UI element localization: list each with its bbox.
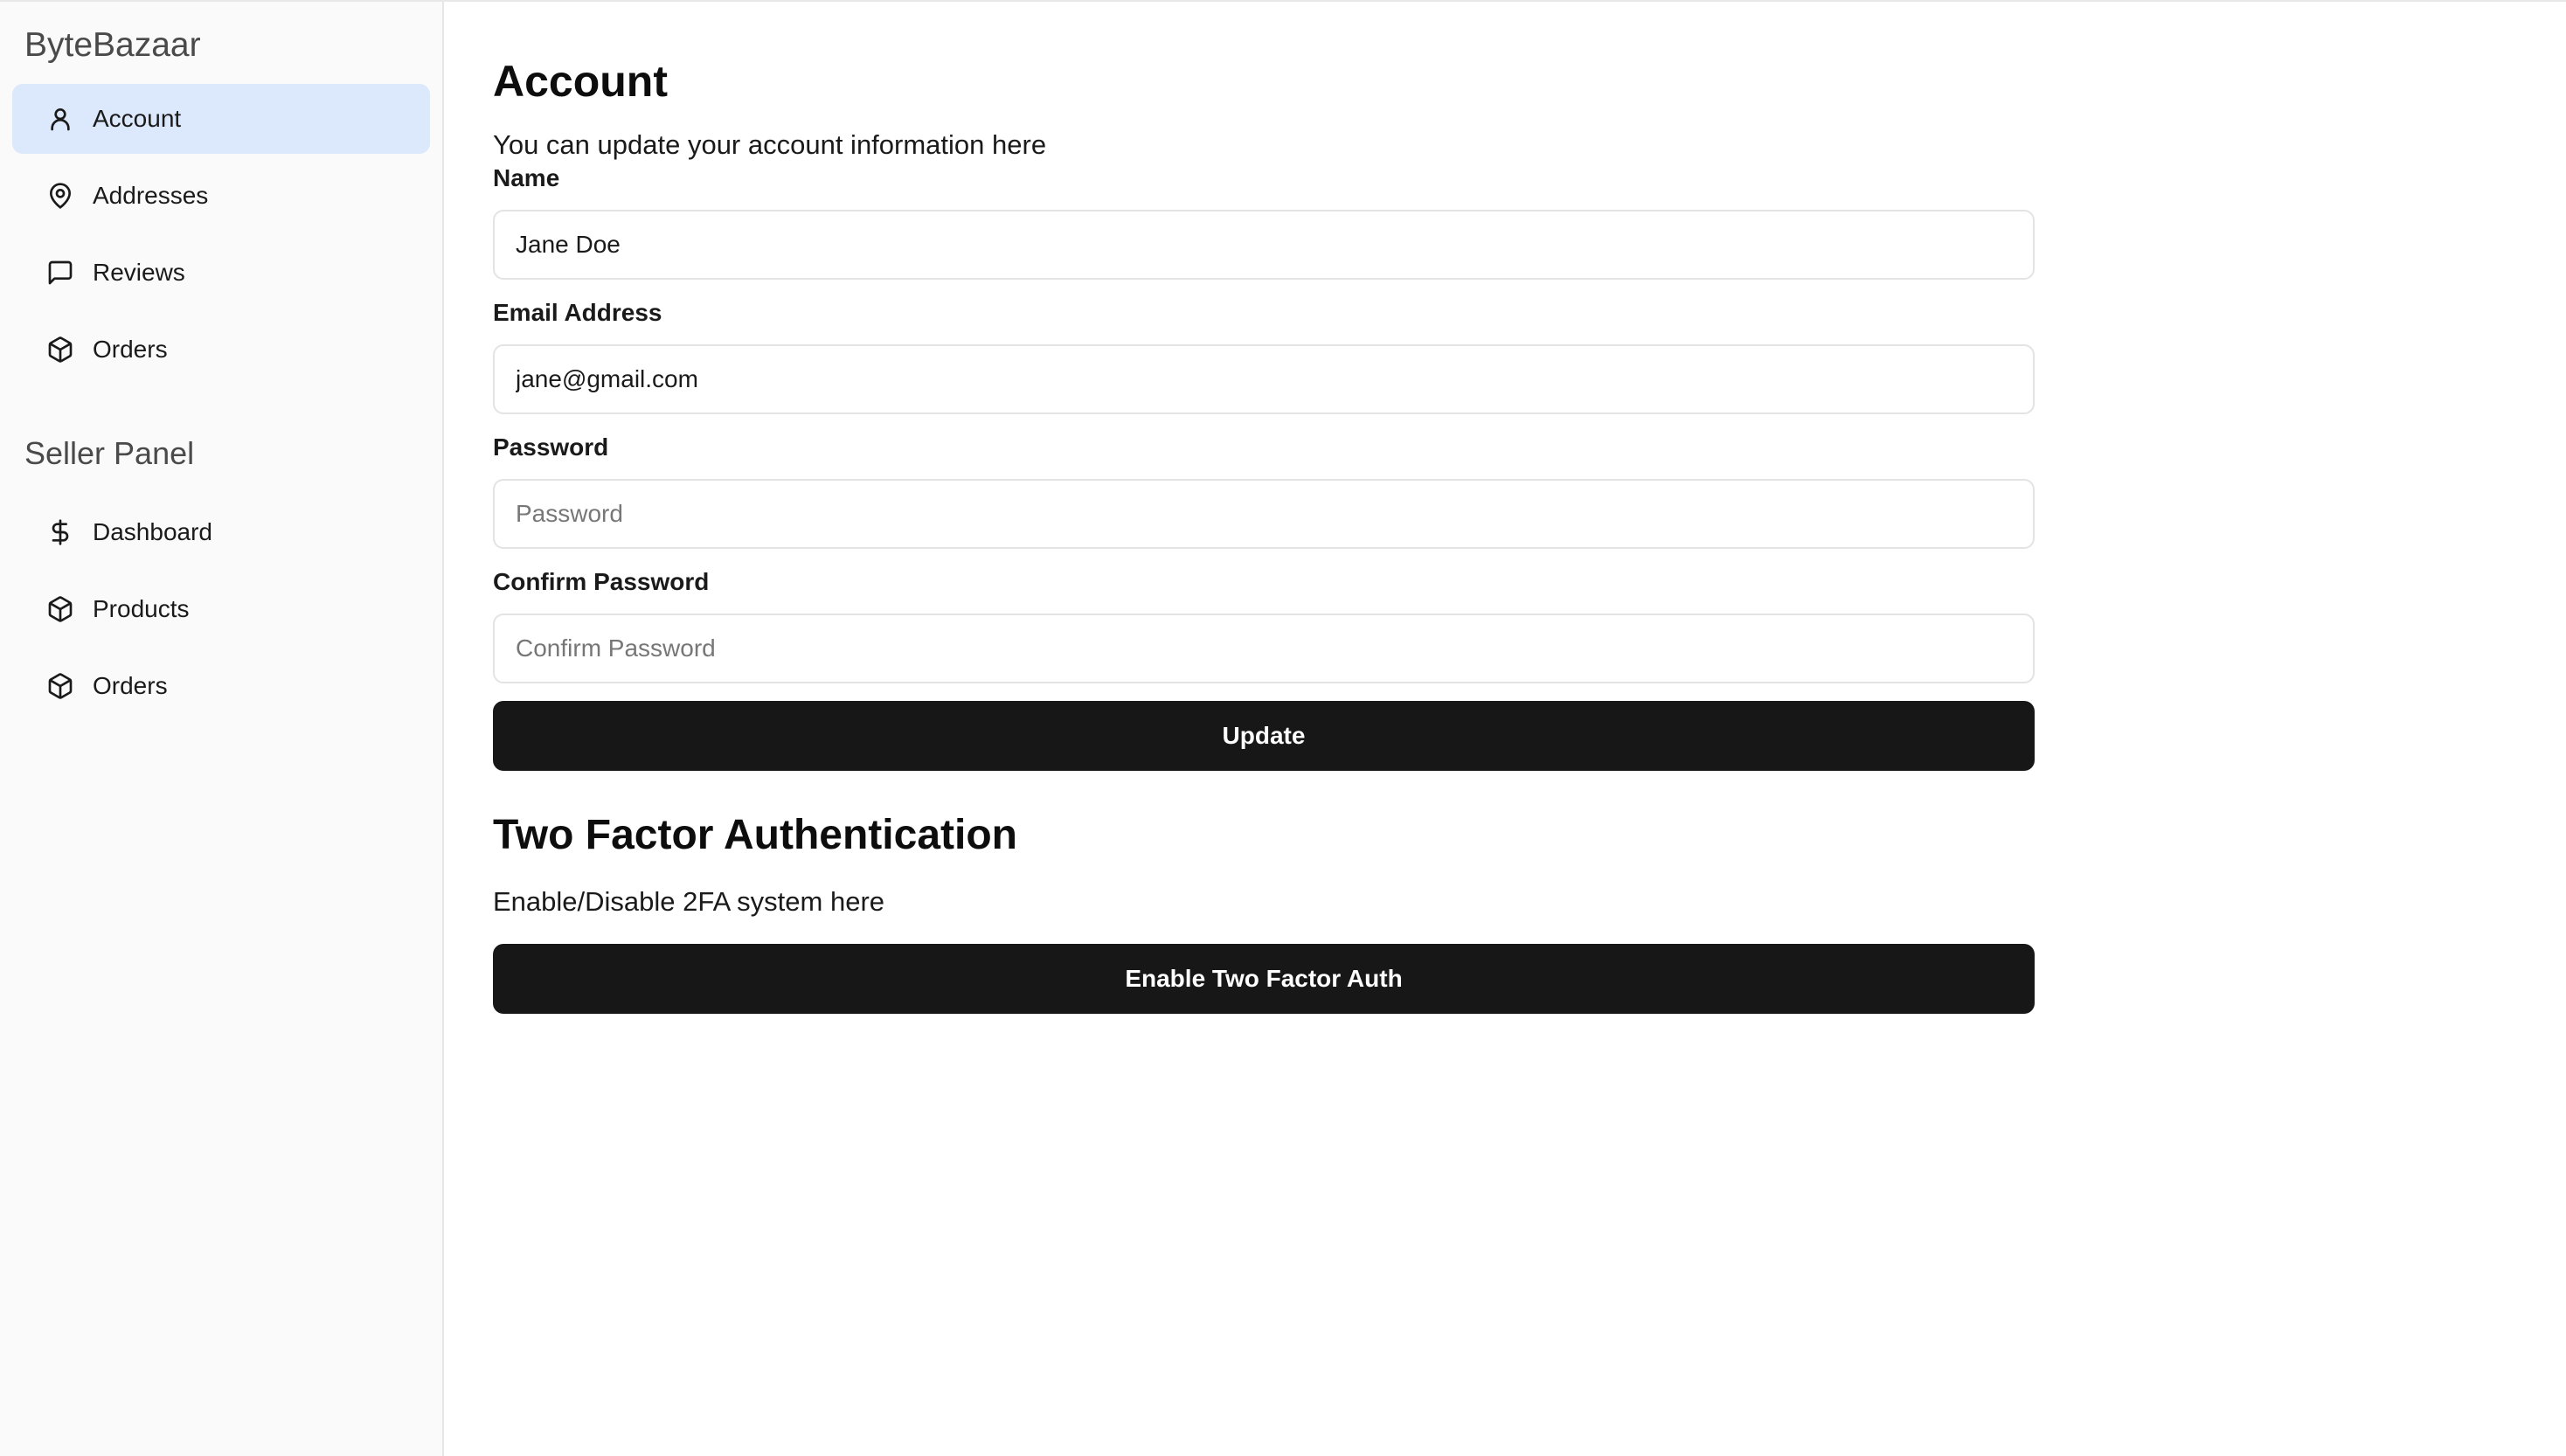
map-pin-icon bbox=[45, 181, 75, 211]
package-icon bbox=[45, 671, 75, 701]
sidebar-item-reviews[interactable]: Reviews bbox=[12, 238, 430, 308]
sidebar-item-label: Reviews bbox=[93, 259, 185, 286]
password-input[interactable] bbox=[493, 479, 2035, 549]
confirm-password-input[interactable] bbox=[493, 614, 2035, 683]
seller-panel-title: Seller Panel bbox=[24, 435, 195, 471]
package-icon bbox=[45, 594, 75, 624]
account-form: Name Email Address Password Confirm Pass… bbox=[493, 163, 2035, 771]
enable-two-factor-button[interactable]: Enable Two Factor Auth bbox=[493, 944, 2035, 1014]
main-content: Account You can update your account info… bbox=[444, 2, 2566, 1456]
confirm-password-label: Confirm Password bbox=[493, 568, 710, 595]
app-root: ByteBazaar Account Addresses Reviews Ord… bbox=[0, 0, 2566, 1456]
name-input[interactable] bbox=[493, 210, 2035, 280]
sidebar-item-products[interactable]: Products bbox=[12, 574, 430, 644]
email-input[interactable] bbox=[493, 344, 2035, 414]
dollar-sign-icon bbox=[45, 517, 75, 547]
user-icon bbox=[45, 104, 75, 134]
two-factor-description: Enable/Disable 2FA system here bbox=[493, 886, 885, 917]
brand-logo[interactable]: ByteBazaar bbox=[12, 24, 430, 66]
sidebar-item-orders[interactable]: Orders bbox=[12, 315, 430, 385]
package-icon bbox=[45, 335, 75, 364]
two-factor-title: Two Factor Authentication bbox=[493, 812, 1017, 858]
page-subtitle: You can update your account information … bbox=[493, 129, 1047, 160]
password-label: Password bbox=[493, 433, 609, 461]
seller-nav: Dashboard Products Orders bbox=[12, 497, 430, 721]
sidebar-item-label: Dashboard bbox=[93, 518, 212, 545]
account-settings: Account You can update your account info… bbox=[493, 54, 2035, 1014]
sidebar-item-addresses[interactable]: Addresses bbox=[12, 161, 430, 231]
sidebar-item-label: Products bbox=[93, 595, 190, 622]
sidebar: ByteBazaar Account Addresses Reviews Ord… bbox=[0, 2, 444, 1456]
message-square-icon bbox=[45, 258, 75, 288]
sidebar-item-label: Addresses bbox=[93, 182, 209, 209]
update-button[interactable]: Update bbox=[493, 701, 2035, 771]
sidebar-item-label: Orders bbox=[93, 672, 168, 699]
name-label: Name bbox=[493, 164, 560, 191]
sidebar-item-dashboard[interactable]: Dashboard bbox=[12, 497, 430, 567]
sidebar-item-seller-orders[interactable]: Orders bbox=[12, 651, 430, 721]
page-title: Account bbox=[493, 57, 668, 106]
account-nav: Account Addresses Reviews Orders bbox=[12, 84, 430, 385]
sidebar-item-account[interactable]: Account bbox=[12, 84, 430, 154]
sidebar-item-label: Account bbox=[93, 105, 182, 132]
sidebar-item-label: Orders bbox=[93, 336, 168, 363]
email-label: Email Address bbox=[493, 299, 662, 326]
